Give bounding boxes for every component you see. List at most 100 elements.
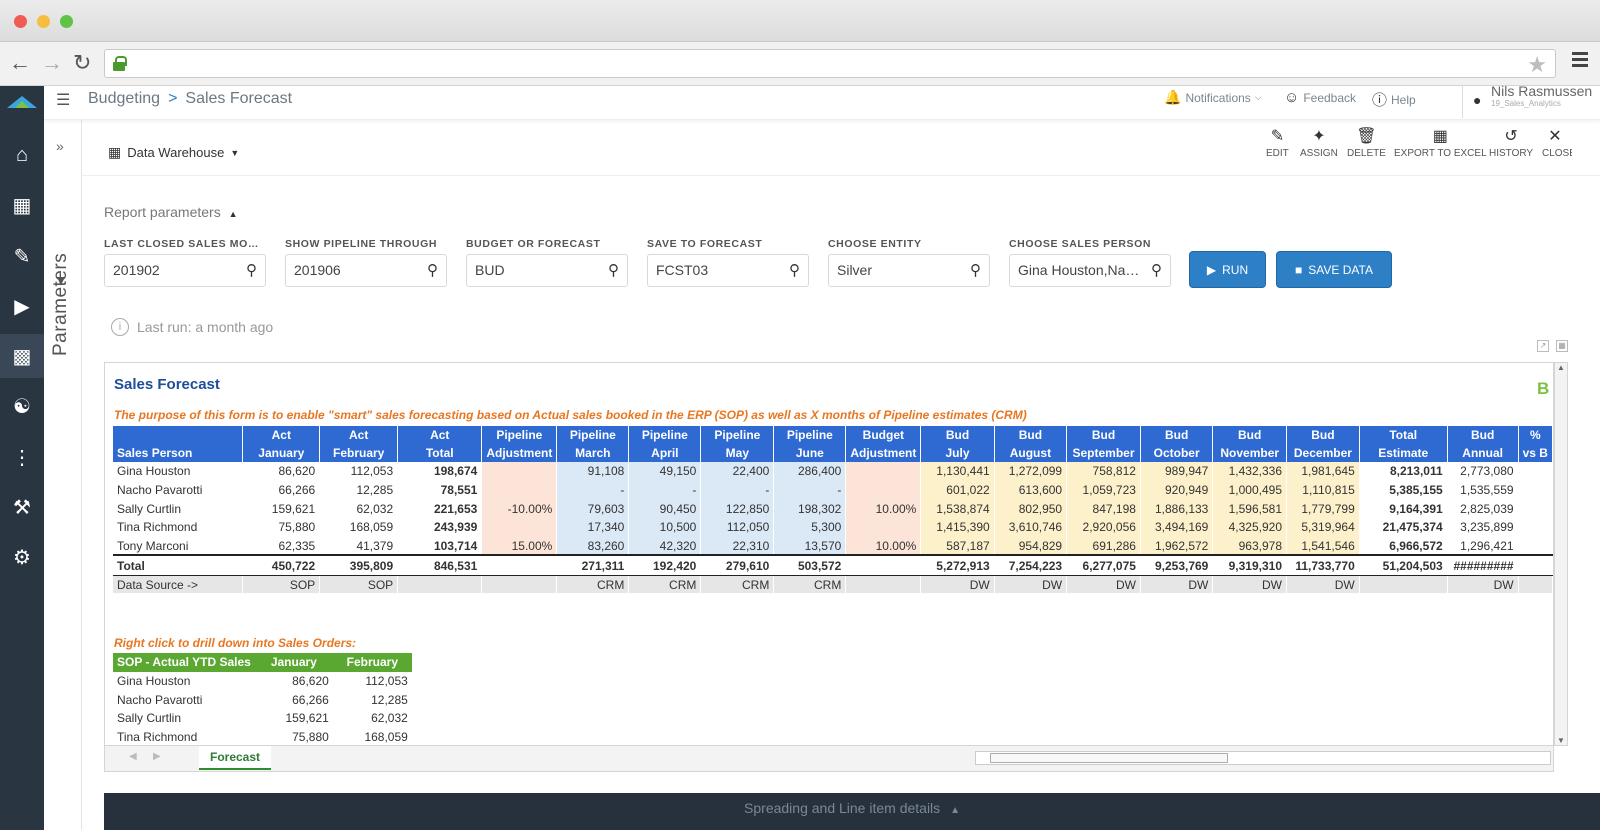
table-cell[interactable]: 3,494,169 — [1140, 518, 1214, 537]
table-cell[interactable]: Act — [397, 426, 483, 444]
table-cell[interactable]: Act — [242, 426, 321, 444]
table-cell[interactable]: vs B — [1518, 444, 1553, 462]
param-input[interactable]: Gina Houston,Nac... ⚲ — [1009, 254, 1171, 287]
table-cell[interactable]: 1,130,441 — [920, 462, 995, 481]
tools-icon[interactable]: ⚒ — [0, 485, 44, 529]
table-cell[interactable]: 4,325,920 — [1212, 518, 1288, 537]
tab-prev-icon[interactable]: ◀ — [129, 751, 137, 762]
search-icon[interactable]: ⚲ — [608, 261, 619, 279]
users-analytics-icon[interactable]: ☯ — [0, 384, 44, 428]
table-cell[interactable]: 1,000,495 — [1212, 480, 1288, 500]
param-input[interactable]: FCST03 ⚲ — [647, 254, 809, 287]
table-cell[interactable]: 1,779,799 — [1286, 499, 1360, 519]
table-cell[interactable]: 1,272,099 — [994, 462, 1068, 481]
table-cell[interactable]: 13,570 — [773, 536, 847, 556]
bottom-details-panel[interactable]: Spreading and Line item details ▲ — [104, 793, 1600, 830]
table-cell[interactable]: Bud — [1140, 426, 1214, 444]
table-cell[interactable]: DW — [994, 575, 1068, 594]
table-cell[interactable] — [1359, 575, 1448, 594]
table-cell[interactable] — [1518, 554, 1553, 576]
table-cell[interactable]: 42,320 — [628, 536, 702, 556]
vertical-scrollbar[interactable]: ▲ ▼ — [1554, 362, 1568, 746]
table-cell[interactable]: 90,450 — [628, 499, 702, 519]
table-cell[interactable]: 75,880 — [255, 728, 333, 745]
row-label[interactable]: Data Source -> — [113, 575, 244, 594]
table-cell[interactable] — [481, 480, 558, 500]
table-cell[interactable] — [1518, 480, 1553, 500]
table-cell[interactable]: 9,164,391 — [1359, 499, 1448, 519]
table-cell[interactable]: 587,187 — [920, 536, 995, 556]
table-cell[interactable] — [845, 575, 922, 594]
table-cell[interactable]: 5,300 — [773, 518, 847, 537]
reload-icon[interactable]: ↻ — [73, 51, 91, 75]
table-cell[interactable]: 66,266 — [255, 690, 333, 709]
row-label[interactable] — [113, 426, 244, 444]
table-cell[interactable]: 2,825,039 — [1447, 499, 1519, 519]
table-cell[interactable]: 10,500 — [628, 518, 702, 537]
spreadsheet[interactable]: Sales Forecast B The purpose of this for… — [104, 362, 1554, 746]
table-cell[interactable]: 49,150 — [628, 462, 702, 481]
table-cell[interactable]: Total — [397, 444, 483, 462]
table-cell[interactable] — [1518, 499, 1553, 519]
table-cell[interactable] — [1518, 518, 1553, 537]
table-cell[interactable]: 963,978 — [1212, 536, 1288, 556]
table-cell[interactable]: 221,653 — [397, 499, 483, 519]
table-cell[interactable] — [845, 462, 922, 481]
table-cell[interactable]: 112,053 — [333, 672, 412, 691]
data-source-selector[interactable]: ▦ Data Warehouse ▼ — [108, 144, 239, 161]
table-cell[interactable]: 168,059 — [333, 728, 412, 745]
search-icon[interactable]: ⚲ — [970, 261, 981, 279]
table-cell[interactable]: 7,254,223 — [994, 554, 1068, 576]
row-label[interactable]: Sally Curtlin — [113, 709, 255, 728]
expand-panel-icon[interactable]: » — [56, 138, 64, 154]
table-cell[interactable] — [481, 518, 558, 537]
scroll-up-icon[interactable]: ▲ — [1557, 363, 1565, 372]
table-cell[interactable]: DW — [1447, 575, 1519, 594]
table-cell[interactable]: 1,415,390 — [920, 518, 995, 537]
table-cell[interactable]: CRM — [556, 575, 630, 594]
param-input[interactable]: 201902 ⚲ — [104, 254, 266, 287]
assign-button[interactable]: ✦ ASSIGN — [1300, 126, 1338, 159]
table-cell[interactable]: 9,319,310 — [1212, 554, 1288, 576]
table-cell[interactable]: 1,432,336 — [1212, 462, 1288, 481]
table-cell[interactable]: Pipeline — [481, 426, 558, 444]
user-menu[interactable]: ● Nils Rasmussen 19_Sales_Analytics — [1462, 86, 1600, 118]
table-cell[interactable]: 15.00% — [481, 536, 558, 556]
table-cell[interactable]: Total — [1359, 426, 1448, 444]
table-cell[interactable]: 75,880 — [242, 518, 321, 537]
table-cell[interactable]: -10.00% — [481, 499, 558, 519]
table-cell[interactable]: 1,296,421 — [1447, 536, 1519, 556]
table-cell[interactable]: 86,620 — [255, 672, 333, 691]
table-cell[interactable]: 989,947 — [1140, 462, 1214, 481]
address-bar[interactable]: ★ — [104, 49, 1556, 78]
hierarchy-icon[interactable]: ⋮ — [0, 435, 44, 479]
table-cell[interactable]: 5,272,913 — [920, 554, 995, 576]
table-cell[interactable]: 1,962,572 — [1140, 536, 1214, 556]
table-cell[interactable]: 920,949 — [1140, 480, 1214, 500]
table-cell[interactable]: - — [556, 480, 630, 500]
table-cell[interactable]: 1,538,874 — [920, 499, 995, 519]
table-cell[interactable]: DW — [920, 575, 995, 594]
table-cell[interactable]: DW — [1066, 575, 1141, 594]
table-cell[interactable]: 62,335 — [242, 536, 321, 556]
table-cell[interactable] — [397, 575, 483, 594]
table-cell[interactable] — [481, 462, 558, 481]
row-label[interactable]: Tina Richmond — [113, 518, 244, 537]
table-cell[interactable]: 954,829 — [994, 536, 1068, 556]
table-cell[interactable]: Adjustment — [845, 444, 922, 462]
table-cell[interactable]: Pipeline — [700, 426, 775, 444]
table-cell[interactable]: January — [254, 653, 333, 672]
table-cell[interactable]: 22,310 — [700, 536, 775, 556]
param-input[interactable]: 201906 ⚲ — [285, 254, 447, 287]
table-cell[interactable]: 1,886,133 — [1140, 499, 1214, 519]
table-cell[interactable] — [845, 554, 922, 576]
search-icon[interactable]: ⚲ — [789, 261, 800, 279]
table-cell[interactable]: 10.00% — [845, 499, 922, 519]
table-cell[interactable]: Pipeline — [773, 426, 847, 444]
table-cell[interactable]: 198,674 — [397, 462, 483, 481]
breadcrumb-parent[interactable]: Budgeting — [88, 90, 160, 107]
table-cell[interactable]: SOP — [319, 575, 399, 594]
table-cell[interactable]: 450,722 — [242, 554, 321, 576]
table-cell[interactable]: ######### — [1447, 554, 1519, 576]
table-cell[interactable]: 1,981,645 — [1286, 462, 1360, 481]
